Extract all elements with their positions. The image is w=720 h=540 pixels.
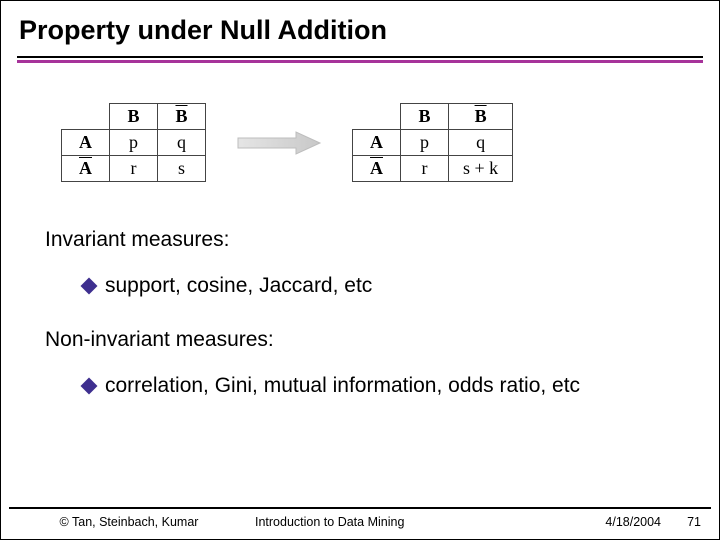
row-A-bar: A	[62, 156, 110, 182]
noninvariant-item: correlation, Gini, mutual information, o…	[45, 374, 675, 398]
noninvariant-heading: Non-invariant measures:	[45, 328, 675, 352]
bullet-icon	[81, 378, 98, 395]
contingency-table-left: B B A p q A r s	[61, 103, 206, 182]
invariant-item: support, cosine, Jaccard, etc	[45, 274, 675, 298]
cell-p: p	[110, 130, 158, 156]
divider-black	[17, 56, 703, 58]
row-A-bar: A	[353, 156, 401, 182]
bullet-icon	[81, 278, 98, 295]
footer-page: 71	[671, 515, 701, 529]
noninvariant-text: correlation, Gini, mutual information, o…	[105, 374, 580, 398]
col-B-bar: B	[158, 104, 206, 130]
body-text: Invariant measures: support, cosine, Jac…	[1, 182, 719, 398]
col-B: B	[110, 104, 158, 130]
arrow-icon	[234, 127, 324, 159]
invariant-text: support, cosine, Jaccard, etc	[105, 274, 372, 298]
footer-copyright: © Tan, Steinbach, Kumar	[19, 515, 239, 529]
footer-course: Introduction to Data Mining	[239, 515, 541, 529]
cell-s: s	[158, 156, 206, 182]
cell-q: q	[158, 130, 206, 156]
cell-r: r	[110, 156, 158, 182]
invariant-heading: Invariant measures:	[45, 228, 675, 252]
row-A: A	[353, 130, 401, 156]
contingency-table-right: B B A p q A r s + k	[352, 103, 513, 182]
cell-p: p	[401, 130, 449, 156]
footer: © Tan, Steinbach, Kumar Introduction to …	[9, 507, 711, 529]
footer-date: 4/18/2004	[541, 515, 671, 529]
tables-container: B B A p q A r s B B	[1, 63, 719, 182]
col-B-bar: B	[449, 104, 513, 130]
row-A: A	[62, 130, 110, 156]
cell-r: r	[401, 156, 449, 182]
slide-title: Property under Null Addition	[1, 1, 719, 56]
cell-sk: s + k	[449, 156, 513, 182]
cell-q: q	[449, 130, 513, 156]
col-B: B	[401, 104, 449, 130]
